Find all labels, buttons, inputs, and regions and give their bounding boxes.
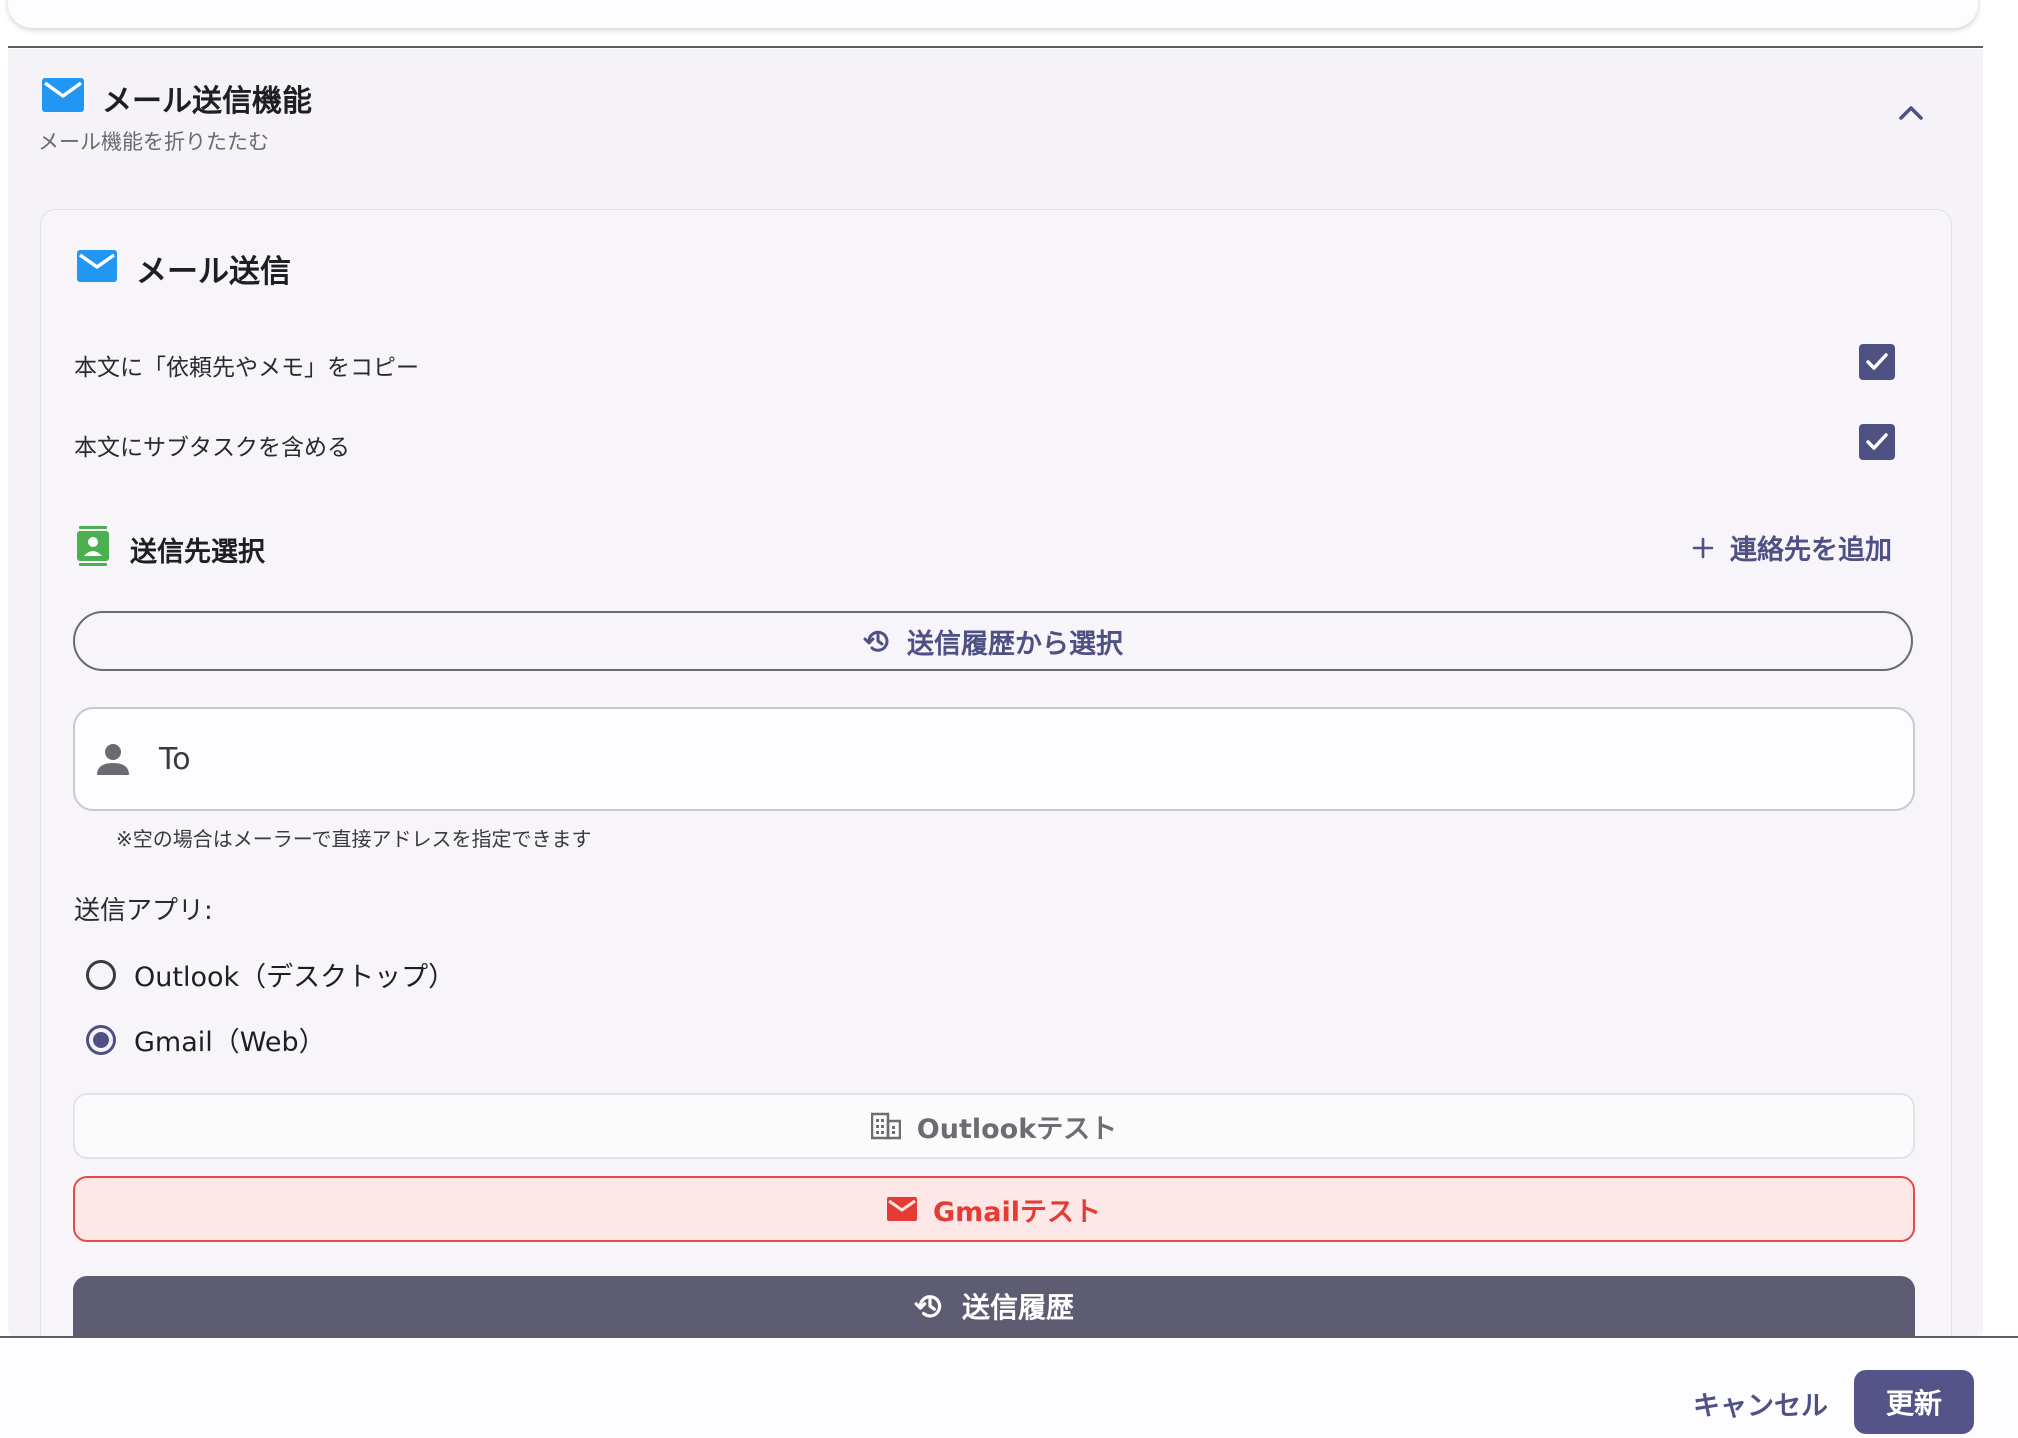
history-select-button[interactable]: 送信履歴から選択 xyxy=(73,611,1913,671)
history-icon xyxy=(863,630,889,652)
chevron-up-icon[interactable] xyxy=(1896,98,1926,128)
cancel-button[interactable]: キャンセル xyxy=(1693,1384,1828,1423)
radio-outlook-label: Outlook（デスクトップ） xyxy=(134,962,456,993)
radio-outlook[interactable]: Outlook（デスクトップ） xyxy=(86,955,455,994)
checkbox-copy-memo[interactable] xyxy=(1859,344,1895,380)
mail-icon xyxy=(886,1197,917,1221)
mail-icon xyxy=(77,250,117,282)
to-hint: ※空の場合はメーラーで直接アドレスを指定できます xyxy=(116,827,592,851)
to-placeholder: To xyxy=(159,741,191,777)
section-title: メール送信機能 xyxy=(102,84,312,119)
check-icon xyxy=(1866,433,1888,450)
building-icon xyxy=(870,1112,901,1140)
checkbox-subtasks[interactable] xyxy=(1859,424,1895,460)
send-app-label: 送信アプリ: xyxy=(74,896,213,926)
previous-card-edge xyxy=(8,0,1978,28)
outlook-test-label: Outlookテスト xyxy=(916,1113,1118,1145)
check-icon xyxy=(1866,353,1888,370)
update-button[interactable]: 更新 xyxy=(1854,1370,1974,1434)
contact-icon xyxy=(77,526,109,570)
radio-gmail[interactable]: Gmail（Web） xyxy=(86,1020,326,1059)
option-label-copy-memo: 本文に「依頼先やメモ」をコピー xyxy=(74,355,419,381)
recipient-section-title: 送信先選択 xyxy=(130,537,265,568)
person-icon xyxy=(97,744,129,775)
gmail-test-label: Gmailテスト xyxy=(932,1196,1102,1228)
radio-button-selected[interactable] xyxy=(86,1024,116,1055)
history-icon xyxy=(914,1295,942,1318)
to-input[interactable]: To xyxy=(73,707,1915,811)
outlook-test-button[interactable]: Outlookテスト xyxy=(73,1093,1915,1159)
radio-button[interactable] xyxy=(86,959,116,990)
add-contact-button[interactable]: 連絡先を追加 xyxy=(1692,528,1892,567)
plus-icon xyxy=(1692,537,1714,558)
add-contact-label: 連絡先を追加 xyxy=(1730,535,1892,566)
mail-icon xyxy=(42,78,84,112)
send-history-label: 送信履歴 xyxy=(961,1291,1074,1324)
section-subtitle[interactable]: メール機能を折りたたむ xyxy=(38,126,269,156)
send-history-button[interactable]: 送信履歴 xyxy=(73,1276,1915,1336)
radio-gmail-label: Gmail（Web） xyxy=(134,1027,326,1058)
history-select-label: 送信履歴から選択 xyxy=(907,628,1123,660)
card-title: メール送信 xyxy=(136,254,291,290)
option-label-subtasks: 本文にサブタスクを含める xyxy=(74,435,350,461)
divider xyxy=(8,46,1983,48)
gmail-test-button[interactable]: Gmailテスト xyxy=(73,1176,1915,1242)
